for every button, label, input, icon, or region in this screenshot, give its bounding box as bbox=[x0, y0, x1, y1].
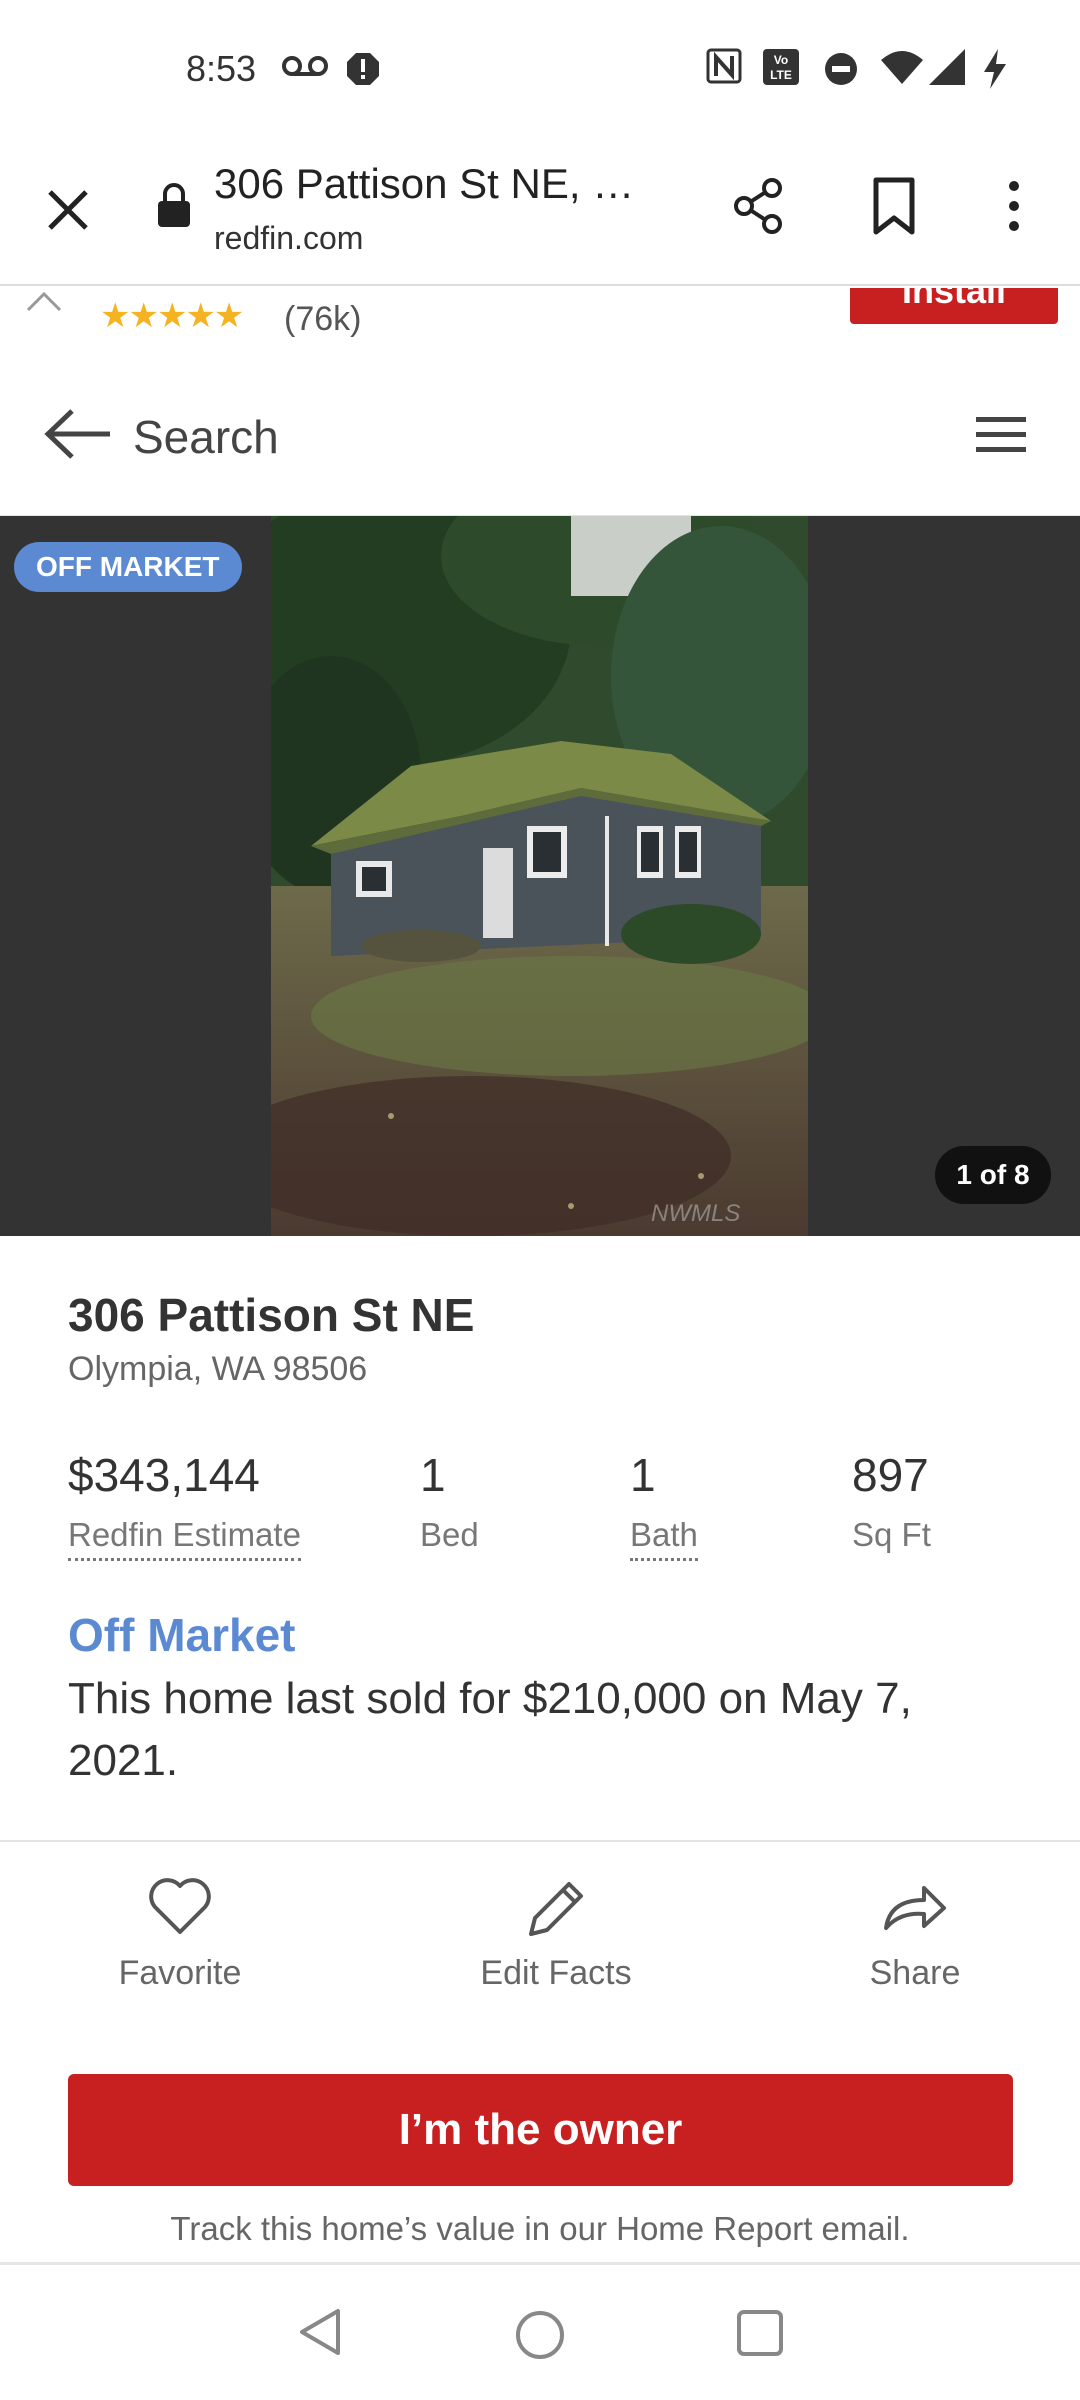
browser-toolbar: 306 Pattison St NE, … redfin.com bbox=[0, 140, 1080, 286]
do-not-disturb-icon bbox=[825, 53, 857, 85]
more-options-icon[interactable] bbox=[996, 176, 1032, 236]
hamburger-menu-icon[interactable] bbox=[974, 414, 1028, 454]
stat-baths[interactable]: 1 Bath bbox=[630, 1448, 698, 1561]
listing-address: 306 Pattison St NE bbox=[68, 1289, 475, 1341]
share-label: Share bbox=[869, 1954, 961, 1992]
edit-facts-button[interactable]: Edit Facts bbox=[456, 1876, 656, 1993]
stat-estimate-value: $343,144 bbox=[68, 1449, 260, 1501]
back-arrow-icon[interactable] bbox=[44, 408, 112, 460]
rating-stars: ★★★★★ bbox=[100, 297, 244, 335]
share-icon[interactable] bbox=[728, 176, 788, 236]
stat-sqft-value: 897 bbox=[852, 1449, 929, 1501]
share-arrow-icon bbox=[884, 1886, 946, 1930]
nav-recents-icon[interactable] bbox=[734, 2307, 786, 2359]
status-time: 8:53 bbox=[186, 48, 257, 89]
chevron-up-icon[interactable] bbox=[24, 288, 64, 314]
status-bar: 8:53 Vo LTE bbox=[0, 0, 1080, 140]
search-link[interactable]: Search bbox=[133, 410, 279, 464]
stat-sqft-label: Sq Ft bbox=[852, 1516, 931, 1553]
listing-status-description: This home last sold for $210,000 on May … bbox=[68, 1674, 912, 1785]
house-photo[interactable]: NWMLS bbox=[271, 516, 808, 1236]
charging-icon bbox=[984, 49, 1006, 89]
svg-text:Vo: Vo bbox=[774, 53, 788, 67]
bookmark-icon[interactable] bbox=[866, 176, 922, 236]
favorite-label: Favorite bbox=[118, 1954, 242, 1992]
page-title[interactable]: 306 Pattison St NE, … bbox=[214, 160, 654, 208]
nav-back-icon[interactable] bbox=[298, 2307, 342, 2357]
svg-text:LTE: LTE bbox=[770, 68, 792, 82]
site-header: Search bbox=[0, 350, 1080, 516]
off-market-badge: OFF MARKET bbox=[14, 542, 242, 592]
voicemail-icon bbox=[282, 56, 328, 76]
photo-counter: 1 of 8 bbox=[935, 1146, 1051, 1204]
track-home-text: Track this home’s value in our Home Repo… bbox=[170, 2210, 910, 2247]
edit-facts-label: Edit Facts bbox=[480, 1954, 632, 1992]
stat-beds-value: 1 bbox=[420, 1449, 446, 1501]
photo-carousel[interactable]: NWMLS OFF MARKET 1 of 8 bbox=[0, 516, 1080, 1236]
listing-city: Olympia, WA 98506 bbox=[68, 1350, 368, 1388]
pencil-icon bbox=[529, 1882, 583, 1936]
close-icon[interactable] bbox=[38, 180, 98, 240]
install-button[interactable]: Install bbox=[850, 288, 1058, 324]
listing-status-heading: Off Market bbox=[68, 1609, 296, 1661]
stat-beds-label: Bed bbox=[420, 1516, 479, 1553]
share-button[interactable]: Share bbox=[840, 1876, 990, 1993]
signal-icon bbox=[929, 49, 965, 85]
stat-baths-label[interactable]: Bath bbox=[630, 1516, 698, 1561]
lock-icon bbox=[158, 183, 190, 227]
page-domain[interactable]: redfin.com bbox=[214, 220, 363, 257]
stat-sqft: 897 Sq Ft bbox=[852, 1448, 931, 1554]
nav-home-icon[interactable] bbox=[512, 2307, 568, 2363]
stat-baths-value: 1 bbox=[630, 1449, 656, 1501]
volte-icon: Vo LTE bbox=[763, 49, 799, 85]
stat-estimate[interactable]: $343,144 Redfin Estimate bbox=[68, 1448, 301, 1561]
divider bbox=[0, 1840, 1080, 1842]
system-nav-bar bbox=[0, 2262, 1080, 2400]
alert-icon bbox=[347, 53, 379, 85]
stat-beds: 1 Bed bbox=[420, 1448, 479, 1554]
rating-count: (76k) bbox=[284, 300, 362, 338]
app-install-banner: ★★★★★ (76k) Install bbox=[0, 288, 1080, 350]
svg-text:NWMLS: NWMLS bbox=[651, 1200, 740, 1227]
heart-icon bbox=[149, 1878, 211, 1934]
favorite-button[interactable]: Favorite bbox=[100, 1876, 260, 1993]
stat-estimate-label[interactable]: Redfin Estimate bbox=[68, 1516, 301, 1561]
wifi-icon bbox=[881, 51, 923, 84]
im-the-owner-button[interactable]: I’m the owner bbox=[68, 2074, 1013, 2186]
nfc-icon bbox=[706, 48, 742, 84]
